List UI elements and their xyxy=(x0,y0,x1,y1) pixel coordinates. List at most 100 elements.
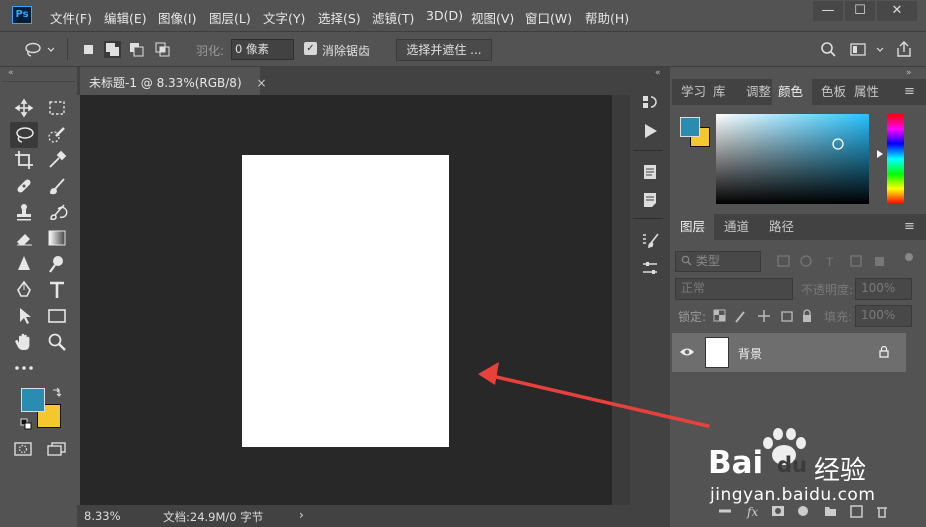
status-bar: 8.33% 文档:24.9M/0 字节 › xyxy=(77,505,630,527)
quick-mask-icon[interactable] xyxy=(13,441,35,457)
color-picker-cursor[interactable] xyxy=(831,137,845,151)
layer-filter-dropdown[interactable]: 类型 xyxy=(675,251,761,272)
tab-learn[interactable]: 学习 xyxy=(681,79,706,105)
layer-filter-icons[interactable]: T xyxy=(776,254,896,270)
document-tab[interactable]: 未标题-1 @ 8.33%(RGB/8) × xyxy=(80,67,267,95)
saturation-value-picker[interactable] xyxy=(716,114,869,204)
type-tool-icon[interactable] xyxy=(46,279,68,301)
layer-name[interactable]: 背景 xyxy=(738,345,762,362)
brush-settings-icon[interactable] xyxy=(641,231,659,249)
crop-tool-icon[interactable] xyxy=(13,149,35,171)
healing-tool-icon[interactable] xyxy=(13,175,35,197)
add-selection-icon[interactable] xyxy=(104,41,121,58)
minimize-button[interactable]: — xyxy=(813,1,843,21)
menu-image[interactable]: 图像(I) xyxy=(158,8,196,27)
menu-window[interactable]: 窗口(W) xyxy=(525,8,572,27)
fill-input[interactable]: 100% xyxy=(855,305,912,327)
more-tools-icon[interactable] xyxy=(13,357,35,379)
zoom-level[interactable]: 8.33% xyxy=(84,509,121,523)
workspace-icon[interactable] xyxy=(850,42,886,58)
marquee-tool-icon[interactable] xyxy=(46,97,68,119)
menu-bar: Ps 文件(F) 编辑(E) 图像(I) 图层(L) 文字(Y) 选择(S) 滤… xyxy=(0,0,926,31)
intersect-selection-icon[interactable] xyxy=(154,41,171,58)
tab-paths[interactable]: 路径 xyxy=(769,214,794,240)
menu-file[interactable]: 文件(F) xyxy=(50,8,92,27)
hue-slider-marker[interactable] xyxy=(876,149,884,159)
menu-filter[interactable]: 滤镜(T) xyxy=(372,8,414,27)
quick-select-tool-icon[interactable] xyxy=(46,124,68,146)
tab-swatches[interactable]: 色板 xyxy=(821,79,846,105)
hue-slider[interactable] xyxy=(887,114,904,204)
menu-help[interactable]: 帮助(H) xyxy=(585,8,629,27)
divider xyxy=(2,81,75,82)
menu-select[interactable]: 选择(S) xyxy=(318,8,361,27)
share-icon[interactable] xyxy=(895,40,913,58)
tab-libraries[interactable]: 库 xyxy=(713,79,726,105)
brush-tool-icon[interactable] xyxy=(46,175,68,197)
document-tab-title: 未标题-1 @ 8.33%(RGB/8) xyxy=(89,76,242,90)
vertical-scrollbar[interactable] xyxy=(612,95,630,505)
eyedropper-tool-icon[interactable] xyxy=(46,149,68,171)
menu-type[interactable]: 文字(Y) xyxy=(263,8,305,27)
blur-tool-icon[interactable] xyxy=(13,253,35,275)
foreground-color-swatch[interactable] xyxy=(21,388,45,412)
menu-view[interactable]: 视图(V) xyxy=(471,8,514,27)
screen-mode-icon[interactable] xyxy=(46,441,68,457)
notes-panel-icon[interactable] xyxy=(641,191,659,209)
search-icon[interactable] xyxy=(820,41,837,58)
collapse-left-icon[interactable]: « xyxy=(8,68,14,78)
move-tool-icon[interactable] xyxy=(13,97,35,119)
filter-toggle-icon[interactable] xyxy=(904,252,914,262)
antialias-checkbox[interactable]: ✓ xyxy=(304,42,317,55)
gradient-tool-icon[interactable] xyxy=(46,227,68,249)
properties-panel-icon[interactable] xyxy=(641,163,659,181)
tab-color[interactable]: 颜色 xyxy=(772,79,812,105)
layer-filter-label: 类型 xyxy=(695,254,720,268)
new-selection-icon[interactable] xyxy=(80,41,97,58)
default-colors-icon[interactable] xyxy=(20,418,32,430)
menu-3d[interactable]: 3D(D) xyxy=(426,8,463,23)
zoom-tool-icon[interactable] xyxy=(46,331,68,353)
menu-layer[interactable]: 图层(L) xyxy=(209,8,251,27)
subtract-selection-icon[interactable] xyxy=(128,41,145,58)
tab-adjustments[interactable]: 调整 xyxy=(746,79,771,105)
maximize-button[interactable]: ☐ xyxy=(845,1,875,21)
lock-label: 锁定: xyxy=(678,310,707,324)
blend-mode-dropdown[interactable]: 正常 xyxy=(675,278,793,300)
pen-tool-icon[interactable] xyxy=(13,279,35,301)
feather-input[interactable]: 0 像素 xyxy=(231,39,294,60)
opacity-input[interactable]: 100% xyxy=(855,278,912,300)
select-and-mask-button[interactable]: 选择并遮住 ... xyxy=(396,39,492,61)
layer-lock-icon xyxy=(879,346,889,358)
tab-layers[interactable]: 图层 xyxy=(672,214,714,240)
shape-tool-icon[interactable] xyxy=(46,305,68,327)
hand-tool-icon[interactable] xyxy=(13,331,35,353)
history-panel-icon[interactable] xyxy=(641,93,659,111)
dodge-tool-icon[interactable] xyxy=(46,253,68,275)
lasso-tool-icon[interactable] xyxy=(13,124,35,146)
lasso-preset-icon[interactable] xyxy=(24,42,54,58)
close-tab-icon[interactable]: × xyxy=(256,76,266,90)
actions-panel-icon[interactable] xyxy=(641,122,659,140)
path-select-tool-icon[interactable] xyxy=(13,305,35,327)
lock-options-icons[interactable] xyxy=(712,308,812,324)
baidu-jingyan-watermark: Bai du 经验 jingyan.baidu.com xyxy=(700,425,926,520)
status-menu-arrow[interactable]: › xyxy=(299,508,304,522)
swap-colors-icon[interactable] xyxy=(51,387,63,399)
close-button[interactable]: ✕ xyxy=(877,1,917,21)
document-canvas[interactable] xyxy=(242,155,449,447)
collapse-right-icon[interactable]: » xyxy=(906,68,912,78)
panel-foreground-swatch[interactable] xyxy=(680,117,700,137)
panel-menu-icon[interactable]: ≡ xyxy=(904,79,915,105)
menu-edit[interactable]: 编辑(E) xyxy=(104,8,147,27)
panel-menu-icon[interactable]: ≡ xyxy=(904,214,915,240)
collapse-strip-icon[interactable]: « xyxy=(655,68,661,78)
tab-properties[interactable]: 属性 xyxy=(854,79,879,105)
stamp-tool-icon[interactable] xyxy=(13,201,35,223)
adjustments-icon[interactable] xyxy=(641,259,659,277)
tab-channels[interactable]: 通道 xyxy=(724,214,749,240)
options-bar: 羽化: 0 像素 ✓ 消除锯齿 选择并遮住 ... xyxy=(0,31,926,67)
eraser-tool-icon[interactable] xyxy=(13,227,35,249)
visibility-eye-icon[interactable] xyxy=(679,346,695,358)
history-brush-tool-icon[interactable] xyxy=(46,201,68,223)
